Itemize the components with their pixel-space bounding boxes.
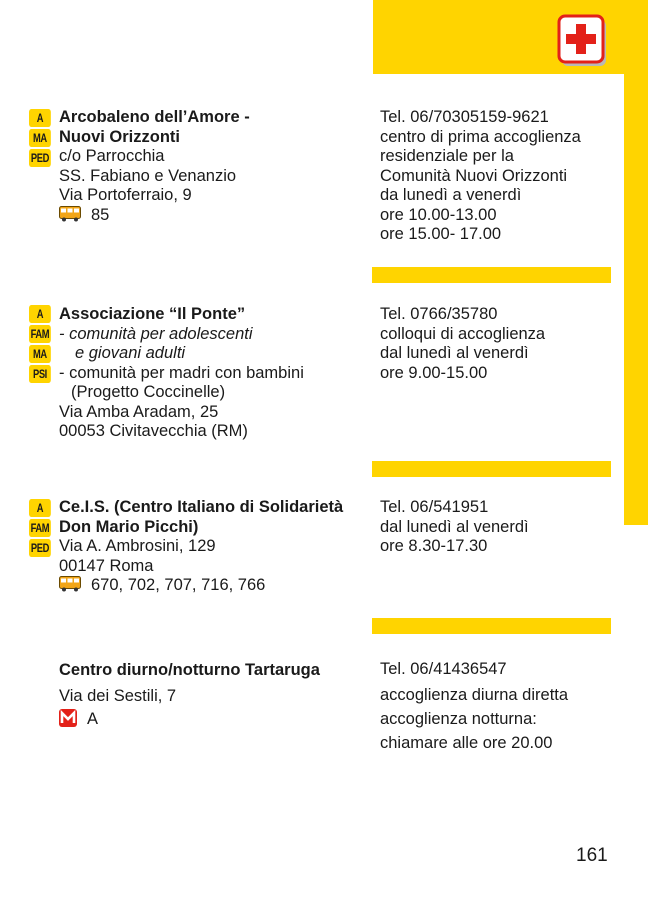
category-tag: PSI	[29, 365, 51, 383]
address-line: SS. Fabiano e Venanzio	[59, 166, 237, 185]
info-line: ore 15.00- 17.00	[380, 225, 502, 243]
entry-2-left: Associazione “Il Ponte” - comunità per a…	[59, 305, 304, 442]
entry-1-category-tags: A MA PED	[29, 109, 51, 169]
info-line: Tel. 0766/35780	[380, 305, 498, 323]
category-tag: A	[29, 109, 51, 127]
category-tag: FAM	[29, 519, 51, 537]
entry-1-info: Tel. 06/70305159-9621 centro di prima ac…	[380, 108, 581, 245]
address-line: Via Amba Aradam, 25	[59, 402, 219, 421]
entry-name: Centro diurno/notturno Tartaruga	[59, 661, 320, 679]
info-line: Comunità Nuovi Orizzonti	[380, 166, 568, 185]
info-line: da lunedì a venerdì	[380, 186, 522, 204]
info-line: ore 9.00-15.00	[380, 363, 488, 382]
entry-3-category-tags: A FAM PED	[29, 499, 51, 559]
entry-2-category-tags: A FAM MA PSI	[29, 305, 51, 385]
entry-3-info: Tel. 06/541951 dal lunedì al venerdì ore…	[380, 498, 529, 557]
category-tag: PED	[29, 539, 51, 557]
info-line: Tel. 06/41436547	[380, 660, 507, 678]
entry-1-left: Arcobaleno dell’Amore - Nuovi Orizzonti …	[59, 108, 250, 225]
entry-name: Don Mario Picchi)	[59, 517, 199, 536]
transport-line: 85	[59, 205, 250, 226]
entry-name: Nuovi Orizzonti	[59, 127, 180, 146]
entry-2-info: Tel. 0766/35780 colloqui di accoglienza …	[380, 305, 545, 383]
entry-4-left: Centro diurno/notturno Tartaruga Via dei…	[59, 657, 320, 729]
address-line: c/o Parrocchia	[59, 147, 165, 165]
info-line: accoglienza notturna:	[380, 710, 537, 728]
detail-line: (Progetto Coccinelle)	[71, 383, 226, 401]
bus-icon	[59, 205, 81, 222]
entry-name: Arcobaleno dell’Amore -	[59, 108, 250, 126]
metro-icon	[59, 709, 77, 727]
address-line: Via dei Sestili, 7	[59, 687, 177, 705]
category-tag: A	[29, 305, 51, 323]
info-line: Tel. 06/70305159-9621	[380, 108, 549, 126]
side-yellow-tab	[624, 74, 648, 525]
address-line: Via Portoferraio, 9	[59, 186, 192, 204]
address-line: Via A. Ambrosini, 129	[59, 537, 216, 555]
info-line: Tel. 06/541951	[380, 498, 489, 516]
bus-lines: 670, 702, 707, 716, 766	[91, 576, 266, 594]
info-line: colloqui di accoglienza	[380, 324, 546, 343]
info-line: ore 8.30-17.30	[380, 537, 488, 555]
bus-lines: 85	[91, 205, 110, 224]
entry-3-left: Ce.I.S. (Centro Italiano di Solidarietà …	[59, 498, 343, 596]
bus-icon	[59, 576, 81, 592]
detail-line: - comunità per madri con bambini	[59, 363, 304, 382]
address-line: 00147 Roma	[59, 556, 154, 575]
divider-bar-1	[372, 267, 611, 283]
divider-bar-2	[372, 461, 611, 477]
info-line: accoglienza diurna diretta	[380, 686, 569, 704]
info-line: chiamare alle ore 20.00	[380, 734, 553, 752]
info-line: dal lunedì al venerdì	[380, 517, 529, 536]
page-number: 161	[576, 845, 608, 866]
metro-line: A	[87, 710, 99, 728]
category-tag: MA	[29, 129, 51, 147]
info-line: residenziale per la	[380, 147, 514, 165]
divider-bar-3	[372, 618, 611, 634]
entry-name: Associazione “Il Ponte”	[59, 305, 246, 323]
entry-name: Ce.I.S. (Centro Italiano di Solidarietà	[59, 498, 344, 516]
detail-line: - comunità per adolescenti	[59, 324, 253, 343]
category-tag: A	[29, 499, 51, 517]
transport-line: A	[59, 709, 320, 729]
info-line: ore 10.00-13.00	[380, 205, 497, 224]
category-tag: MA	[29, 345, 51, 363]
transport-line: 670, 702, 707, 716, 766	[59, 576, 343, 596]
category-tag: PED	[29, 149, 51, 167]
detail-line: e giovani adulti	[75, 344, 186, 362]
info-line: dal lunedì al venerdì	[380, 344, 529, 362]
category-tag: FAM	[29, 325, 51, 343]
entry-4-info: Tel. 06/41436547 accoglienza diurna dire…	[380, 657, 568, 755]
first-aid-cross-icon	[556, 12, 608, 68]
info-line: centro di prima accoglienza	[380, 127, 581, 146]
address-line: 00053 Civitavecchia (RM)	[59, 422, 248, 440]
